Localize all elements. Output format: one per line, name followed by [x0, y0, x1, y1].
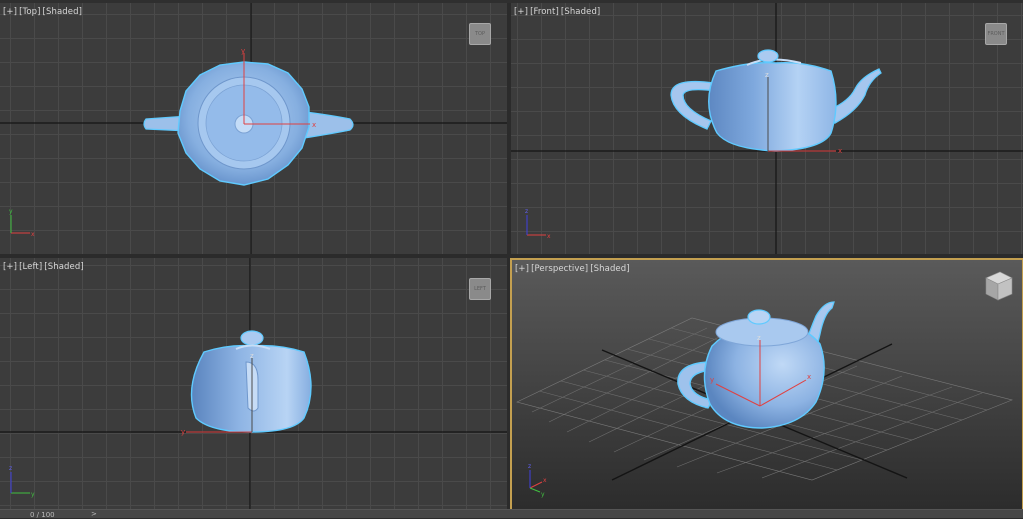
gizmo-x-label: x: [838, 147, 842, 155]
tripod-y-label: y: [9, 208, 13, 215]
frame-counter: 0 / 100: [30, 511, 55, 519]
axis-tripod-icon: x z: [525, 208, 551, 240]
teapot-perspective-view[interactable]: [677, 301, 835, 429]
viewcube-icon[interactable]: [985, 271, 1013, 301]
viewport-left[interactable]: [+] [Left] [Shaded] LEFT y z y z: [0, 258, 507, 509]
viewport-front[interactable]: [+] [Front] [Shaded] FRONT x z x z: [511, 3, 1023, 254]
axis-tripod-icon: x z y: [528, 463, 547, 498]
viewport-perspective[interactable]: [+] [Perspective] [Shaded] z y x x z y: [510, 258, 1023, 511]
gizmo-x-label: x: [807, 373, 811, 381]
viewport-canvas: x y x y: [0, 3, 507, 254]
gizmo-z-label: z: [250, 352, 254, 360]
gizmo-z-label: z: [765, 71, 769, 79]
viewport-canvas: y z y z: [0, 258, 507, 509]
viewport-canvas: x z x z: [511, 3, 1023, 254]
tripod-x-label: x: [543, 477, 547, 484]
axis-tripod-icon: x y: [9, 208, 35, 238]
tripod-y-label: y: [541, 491, 545, 498]
tripod-z-label: z: [525, 208, 528, 215]
teapot-left-view[interactable]: [190, 330, 312, 433]
gizmo-x-label: x: [312, 121, 316, 129]
viewport-top[interactable]: [+] [Top] [Shaded] TOP x y x y: [0, 3, 507, 254]
tripod-z-label: z: [9, 465, 12, 472]
gizmo-z-label: z: [757, 334, 761, 342]
gizmo-y-label: y: [181, 428, 185, 436]
tripod-x-label: x: [31, 231, 35, 238]
viewport-canvas: z y x x z y: [516, 271, 1013, 498]
tripod-y-label: y: [31, 491, 35, 498]
axis-tripod-icon: y z: [9, 465, 35, 498]
gizmo-y-label: y: [241, 47, 245, 55]
tripod-z-label: z: [528, 463, 531, 470]
tripod-x-label: x: [547, 233, 551, 240]
teapot-front-view[interactable]: [670, 49, 882, 152]
gizmo-y-label: y: [710, 376, 714, 384]
